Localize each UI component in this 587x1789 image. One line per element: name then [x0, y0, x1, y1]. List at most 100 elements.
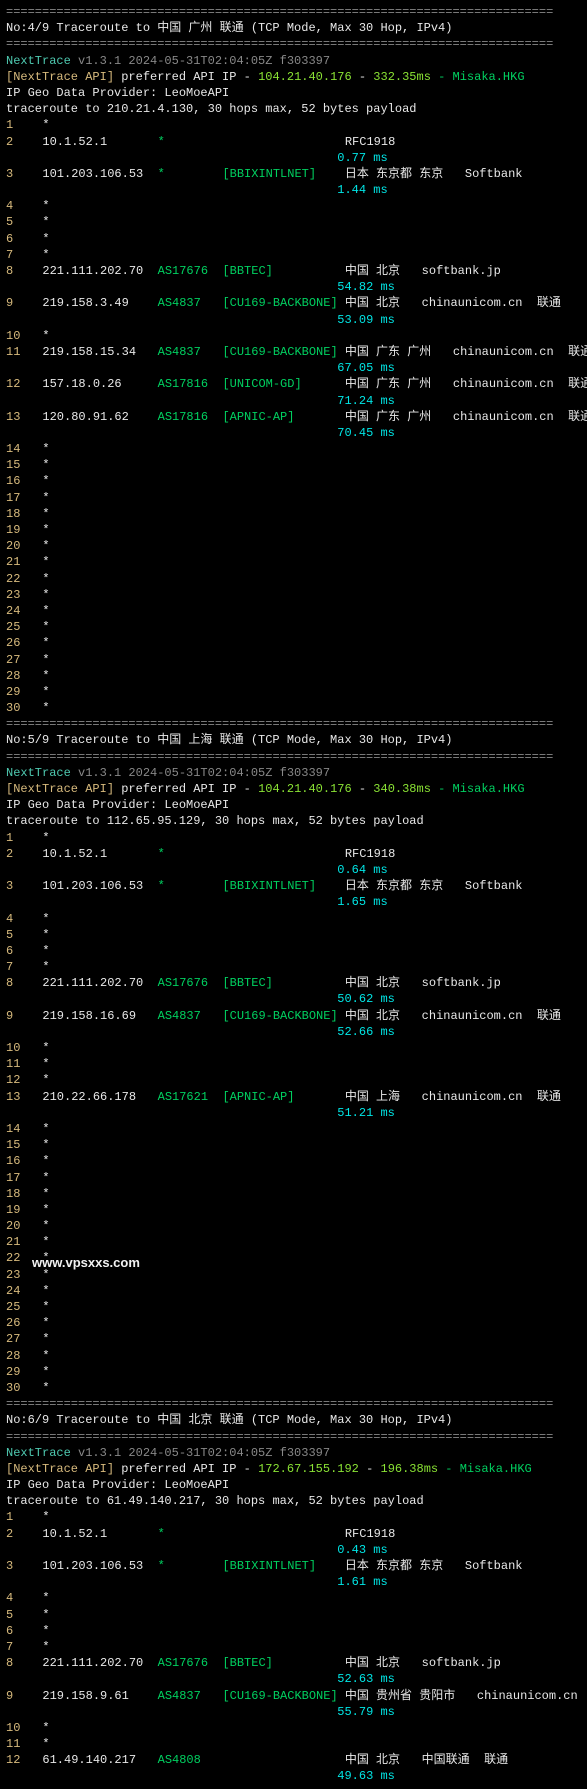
hop-ip: 10.1.52.1	[42, 1527, 157, 1541]
hop-timeout-icon: *	[42, 653, 49, 667]
hop-number: 2	[6, 846, 28, 862]
hop-host: chinaunicom.cn	[453, 377, 554, 391]
hop-timeout-icon: *	[42, 1737, 49, 1751]
hop-ip: 210.22.66.178	[42, 1090, 157, 1104]
hop-ip: 221.111.202.70	[42, 976, 157, 990]
hop-timeout-icon: *	[42, 604, 49, 618]
hop-row: 20 *	[6, 1218, 581, 1234]
hop-timeout-icon: *	[42, 912, 49, 926]
hop-row: 29 *	[6, 684, 581, 700]
hop-row: 17 *	[6, 1170, 581, 1186]
hop-row: 13 210.22.66.178 AS17621 [APNIC-AP] 中国 上…	[6, 1089, 581, 1105]
traceroute-target: traceroute to 112.65.95.129, 30 hops max…	[6, 813, 581, 829]
hop-ip: 219.158.3.49	[42, 296, 157, 310]
hop-ip: 219.158.15.34	[42, 345, 157, 359]
hop-timeout-icon: *	[42, 1171, 49, 1185]
hop-row: 9 219.158.9.61 AS4837 [CU169-BACKBONE] 中…	[6, 1688, 581, 1704]
hop-rtt: 0.64 ms	[337, 863, 387, 877]
hop-row: 12 61.49.140.217 AS4808 中国 北京 中国联通 联通	[6, 1752, 581, 1768]
hop-rtt-row: 67.05 ms	[6, 360, 581, 376]
hop-row: 5 *	[6, 1607, 581, 1623]
hop-row: 25 *	[6, 1299, 581, 1315]
hop-number: 30	[6, 1380, 28, 1396]
brand-name: NextTrace	[6, 766, 71, 780]
hop-row: 4 *	[6, 1590, 581, 1606]
hop-row: 29 *	[6, 1364, 581, 1380]
hop-org: [BBIXINTLNET]	[222, 1559, 344, 1573]
hop-location: 日本 东京都 东京	[345, 1559, 443, 1573]
hop-asn: AS17676	[158, 976, 223, 990]
hop-timeout-icon: *	[42, 118, 49, 132]
hop-number: 3	[6, 878, 28, 894]
hop-row: 8 221.111.202.70 AS17676 [BBTEC] 中国 北京 s…	[6, 975, 581, 991]
hop-row: 27 *	[6, 652, 581, 668]
hop-rtt: 1.65 ms	[337, 895, 387, 909]
hop-rtt: 52.66 ms	[337, 1025, 395, 1039]
api-ip: 104.21.40.176	[258, 782, 352, 796]
hop-org: [BBTEC]	[222, 976, 344, 990]
hop-rtt: 71.24 ms	[337, 394, 395, 408]
hop-asn: *	[158, 167, 223, 181]
hop-number: 27	[6, 652, 28, 668]
hop-ip: 101.203.106.53	[42, 879, 157, 893]
hop-row: 22 *	[6, 571, 581, 587]
separator: ========================================…	[6, 4, 581, 20]
hop-row: 7 *	[6, 1639, 581, 1655]
hop-rtt: 0.43 ms	[337, 1543, 387, 1557]
hop-timeout-icon: *	[42, 1187, 49, 1201]
hop-host: Softbank	[465, 1559, 523, 1573]
hop-rtt-row: 49.63 ms	[6, 1768, 581, 1784]
hop-rtt: 67.05 ms	[337, 361, 395, 375]
hop-number: 12	[6, 376, 28, 392]
separator: ========================================…	[6, 749, 581, 765]
hop-row: 10 *	[6, 1720, 581, 1736]
hop-asn: AS17676	[158, 264, 223, 278]
nexttrace-header: NextTrace v1.3.1 2024-05-31T02:04:05Z f3…	[6, 53, 581, 69]
hop-org: [CU169-BACKBONE]	[222, 345, 344, 359]
hop-location: 中国 北京	[345, 264, 400, 278]
hop-tag: 联通	[537, 296, 561, 310]
hop-row: 4 *	[6, 911, 581, 927]
hop-rtt: 1.44 ms	[337, 183, 387, 197]
hop-number: 20	[6, 538, 28, 554]
hop-timeout-icon: *	[42, 1381, 49, 1395]
hop-location: 日本 东京都 东京	[345, 167, 443, 181]
separator: ========================================…	[6, 1429, 581, 1445]
api-rtt: 332.35ms	[373, 70, 431, 84]
hop-asn: AS17816	[158, 410, 223, 424]
hop-location: RFC1918	[345, 1527, 395, 1541]
hop-number: 4	[6, 911, 28, 927]
hop-asn: *	[158, 847, 223, 861]
hop-rtt: 51.21 ms	[337, 1106, 395, 1120]
hop-ip: 10.1.52.1	[42, 847, 157, 861]
hop-number: 25	[6, 1299, 28, 1315]
hop-number: 7	[6, 247, 28, 263]
traceroute-target: traceroute to 210.21.4.130, 30 hops max,…	[6, 101, 581, 117]
hop-number: 12	[6, 1072, 28, 1088]
hop-timeout-icon: *	[42, 507, 49, 521]
hop-number: 6	[6, 943, 28, 959]
hop-timeout-icon: *	[42, 1624, 49, 1638]
separator: ========================================…	[6, 1396, 581, 1412]
hop-number: 14	[6, 1121, 28, 1137]
hop-rtt-row: 0.64 ms	[6, 862, 581, 878]
hop-number: 4	[6, 1590, 28, 1606]
hop-row: 17 *	[6, 490, 581, 506]
api-rtt: 196.38ms	[381, 1462, 439, 1476]
hop-number: 12	[6, 1752, 28, 1768]
hop-row: 7 *	[6, 959, 581, 975]
hop-tag: 联通	[568, 410, 587, 424]
hop-number: 5	[6, 214, 28, 230]
hop-asn: AS17816	[158, 377, 223, 391]
hop-number: 26	[6, 635, 28, 651]
hop-location: 中国 贵州省 贵阳市	[345, 1689, 455, 1703]
api-ip: 172.67.155.192	[258, 1462, 359, 1476]
hop-rtt-row: 71.24 ms	[6, 393, 581, 409]
hop-host: 中国联通	[422, 1753, 470, 1767]
hop-timeout-icon: *	[42, 199, 49, 213]
hop-row: 2 10.1.52.1 * RFC1918	[6, 134, 581, 150]
hop-timeout-icon: *	[42, 1235, 49, 1249]
hop-asn: AS4808	[158, 1753, 223, 1767]
brand-version: v1.3.1 2024-05-31T02:04:05Z f303397	[78, 766, 330, 780]
hop-timeout-icon: *	[42, 620, 49, 634]
